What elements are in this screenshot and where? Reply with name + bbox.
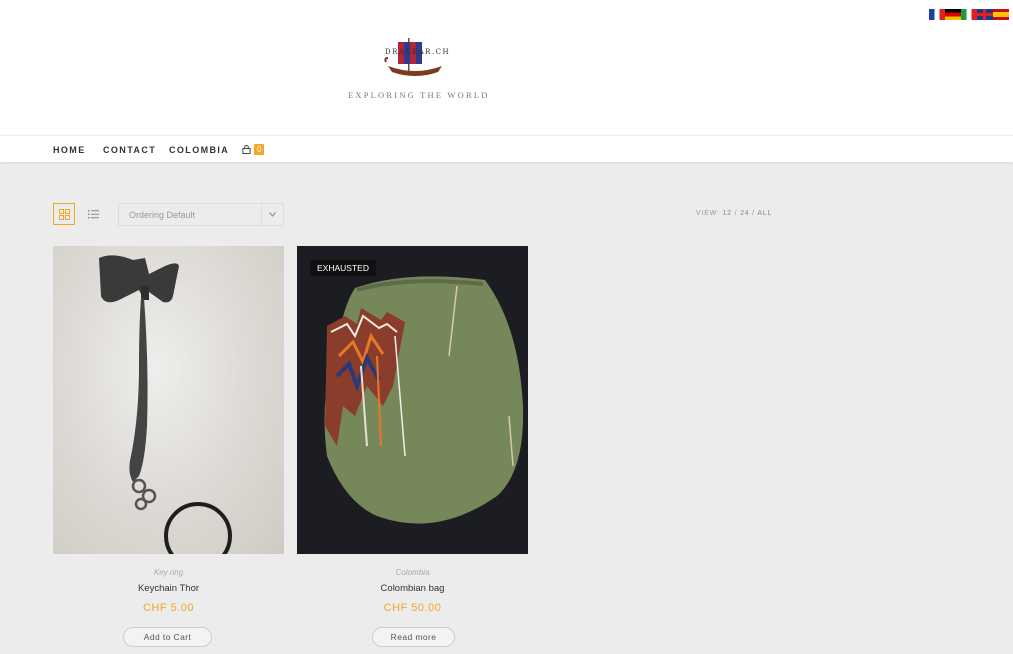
site-header: DRAKKAR.CH EXPLORING THE WORLD [0, 0, 1013, 135]
cart-count-badge: 0 [254, 144, 265, 155]
nav-home[interactable]: HOME [53, 145, 86, 155]
language-switcher [929, 9, 1009, 20]
view-label: VIEW: [696, 210, 720, 217]
exhausted-badge: EXHAUSTED [310, 260, 376, 276]
product-price: CHF 5.00 [142, 602, 195, 614]
product-image-colombian-bag[interactable]: EXHAUSTED [297, 246, 528, 554]
view-separator: / [752, 210, 755, 217]
flag-german-icon[interactable] [945, 9, 961, 20]
ordering-select[interactable]: Ordering Default [118, 203, 284, 226]
grid-view-button[interactable] [53, 203, 75, 225]
product-name[interactable]: Keychain Thor [53, 583, 284, 594]
product-price: CHF 50.00 [383, 602, 442, 614]
view-separator: / [734, 210, 738, 217]
list-icon [87, 209, 99, 218]
nav-colombia[interactable]: COLOMBIA [169, 145, 229, 155]
flag-italian-icon[interactable] [961, 9, 977, 20]
grid-icon [58, 208, 70, 220]
add-to-cart-button[interactable]: Add to Cart [123, 627, 212, 647]
flag-french-icon[interactable] [929, 9, 945, 20]
flag-spanish-icon[interactable] [993, 9, 1009, 20]
cart-link[interactable]: 0 [242, 144, 265, 155]
product-category[interactable]: Key ring [53, 568, 284, 577]
product-name[interactable]: Colombian bag [297, 583, 528, 594]
ordering-selected-value: Ordering Default [129, 210, 196, 220]
product-category[interactable]: Colombia [297, 568, 528, 577]
site-tagline: EXPLORING THE WORLD [348, 90, 490, 100]
product-card: EXHAUSTED Colombia Colombian bag CHF 50.… [297, 246, 528, 647]
product-card: Key ring Keychain Thor CHF 5.00 Add to C… [53, 246, 284, 647]
shopping-bag-icon [242, 145, 251, 154]
flag-english-icon[interactable] [977, 9, 993, 20]
view-option-24[interactable]: 24 [740, 210, 749, 217]
nav-contact[interactable]: CONTACT [103, 145, 156, 155]
main-nav: HOME CONTACT COLOMBIA 0 [0, 135, 1013, 162]
logo-text: DRAKKAR.CH [385, 48, 451, 56]
list-view-button[interactable] [82, 203, 104, 225]
ship-logo-icon[interactable] [380, 32, 450, 80]
view-count-options: VIEW: 12 / 24 / ALL [696, 210, 772, 217]
view-option-all[interactable]: ALL [757, 210, 772, 217]
product-image-keychain-thor[interactable] [53, 246, 284, 554]
chevron-down-icon [261, 204, 283, 225]
view-option-12[interactable]: 12 [722, 210, 731, 217]
read-more-button[interactable]: Read more [372, 627, 455, 647]
